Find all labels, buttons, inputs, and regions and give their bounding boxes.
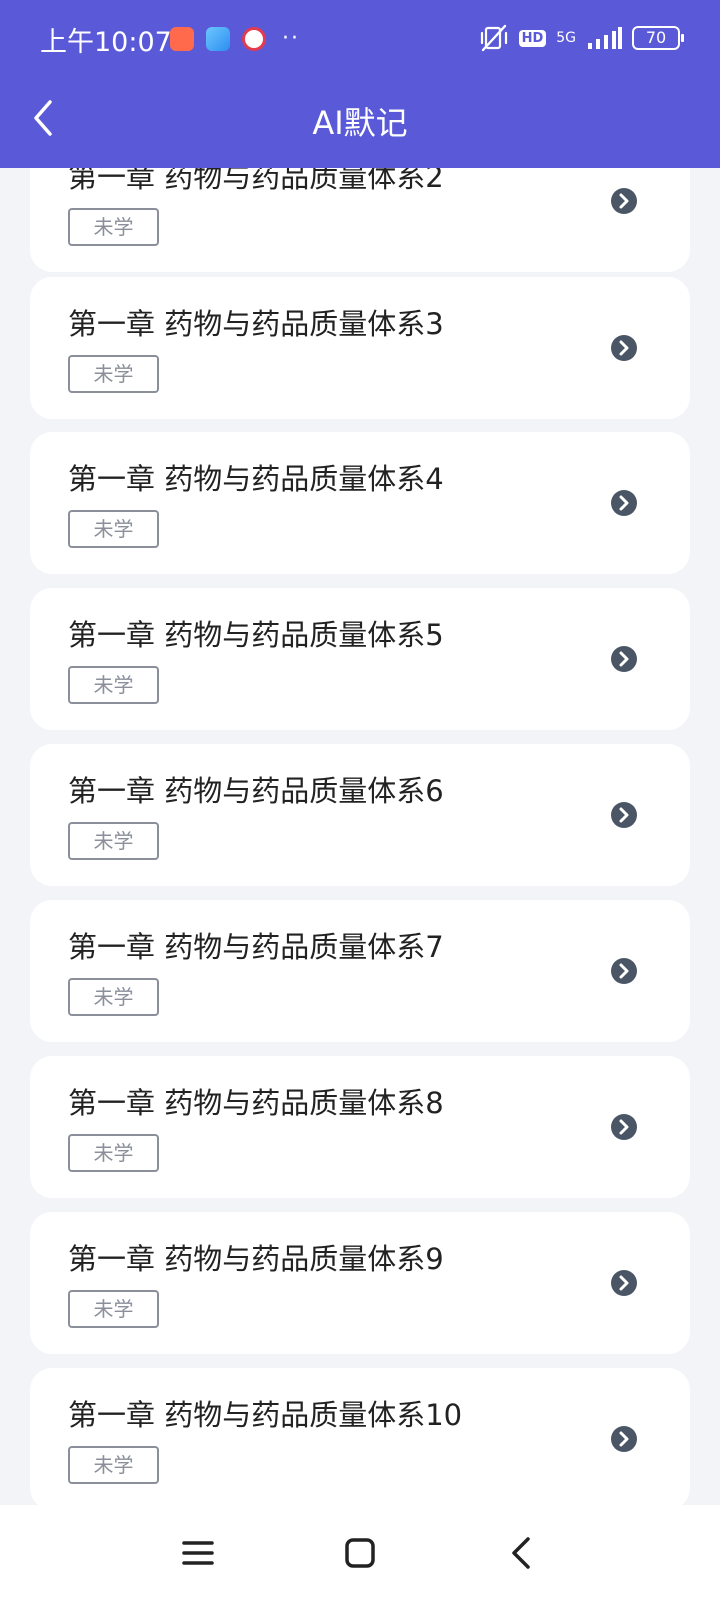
app-notification-icon: [170, 26, 194, 51]
list-item[interactable]: 第一章 药物与药品质量体系4 未学: [30, 432, 690, 574]
list-item[interactable]: 第一章 药物与药品质量体系3 未学: [30, 277, 690, 419]
page-title: AI默记: [312, 104, 408, 142]
overflow-indicator: ··: [282, 26, 300, 51]
item-title: 第一章 药物与药品质量体系5: [68, 618, 444, 652]
status-bar: 上午10:07 ·· HD 5G 70: [0, 0, 720, 80]
list-item[interactable]: 第一章 药物与药品质量体系7 未学: [30, 900, 690, 1042]
status-badge: 未学: [68, 1134, 159, 1172]
status-badge: 未学: [68, 978, 159, 1016]
app-header: 上午10:07 ·· HD 5G 70 AI默记: [0, 0, 720, 168]
gallery-icon: [206, 26, 230, 51]
status-badge: 未学: [68, 355, 159, 393]
list-item[interactable]: 第一章 药物与药品质量体系5 未学: [30, 588, 690, 730]
status-badge: 未学: [68, 1446, 159, 1484]
status-badge: 未学: [68, 666, 159, 704]
hd-badge: HD: [518, 29, 547, 47]
item-title: 第一章 药物与药品质量体系8: [68, 1086, 444, 1120]
list-item[interactable]: 第一章 药物与药品质量体系10 未学: [30, 1368, 690, 1505]
status-badge: 未学: [68, 822, 159, 860]
chevron-right-icon[interactable]: [610, 957, 638, 985]
item-title: 第一章 药物与药品质量体系4: [68, 462, 444, 496]
status-badge: 未学: [68, 510, 159, 548]
item-title: 第一章 药物与药品质量体系7: [68, 930, 444, 964]
chevron-right-icon[interactable]: [610, 645, 638, 673]
notification-icons: ··: [170, 26, 300, 51]
system-icons: HD 5G 70: [469, 24, 684, 52]
app-badge-icon: [242, 26, 266, 51]
chevron-right-icon[interactable]: [610, 1269, 638, 1297]
system-nav-bar: [0, 1505, 720, 1600]
status-badge: 未学: [68, 1290, 159, 1328]
list-item[interactable]: 第一章 药物与药品质量体系8 未学: [30, 1056, 690, 1198]
chevron-right-icon[interactable]: [610, 1113, 638, 1141]
chevron-right-icon[interactable]: [610, 1425, 638, 1453]
signal-icon: [588, 27, 622, 49]
chapter-list: 第一章 药物与药品质量体系2 未学 第一章 药物与药品质量体系3 未学 第一章 …: [0, 0, 720, 1505]
battery-indicator: 70: [632, 26, 684, 50]
list-item[interactable]: 第一章 药物与药品质量体系6 未学: [30, 744, 690, 886]
network-label: 5G: [556, 30, 576, 46]
item-title: 第一章 药物与药品质量体系3: [68, 307, 444, 341]
vibrate-mute-icon: [480, 24, 507, 52]
list-item[interactable]: 第一章 药物与药品质量体系9 未学: [30, 1212, 690, 1354]
back-nav-icon[interactable]: [502, 1533, 542, 1573]
status-badge: 未学: [68, 208, 159, 246]
menu-icon[interactable]: [178, 1533, 218, 1573]
item-title: 第一章 药物与药品质量体系6: [68, 774, 444, 808]
clock: 上午10:07: [40, 27, 172, 58]
chevron-right-icon[interactable]: [610, 489, 638, 517]
item-title: 第一章 药物与药品质量体系9: [68, 1242, 444, 1276]
home-square-icon[interactable]: [340, 1533, 380, 1573]
item-title: 第一章 药物与药品质量体系10: [68, 1398, 463, 1432]
chevron-right-icon[interactable]: [610, 334, 638, 362]
chevron-right-icon[interactable]: [610, 801, 638, 829]
chevron-right-icon[interactable]: [610, 187, 638, 215]
